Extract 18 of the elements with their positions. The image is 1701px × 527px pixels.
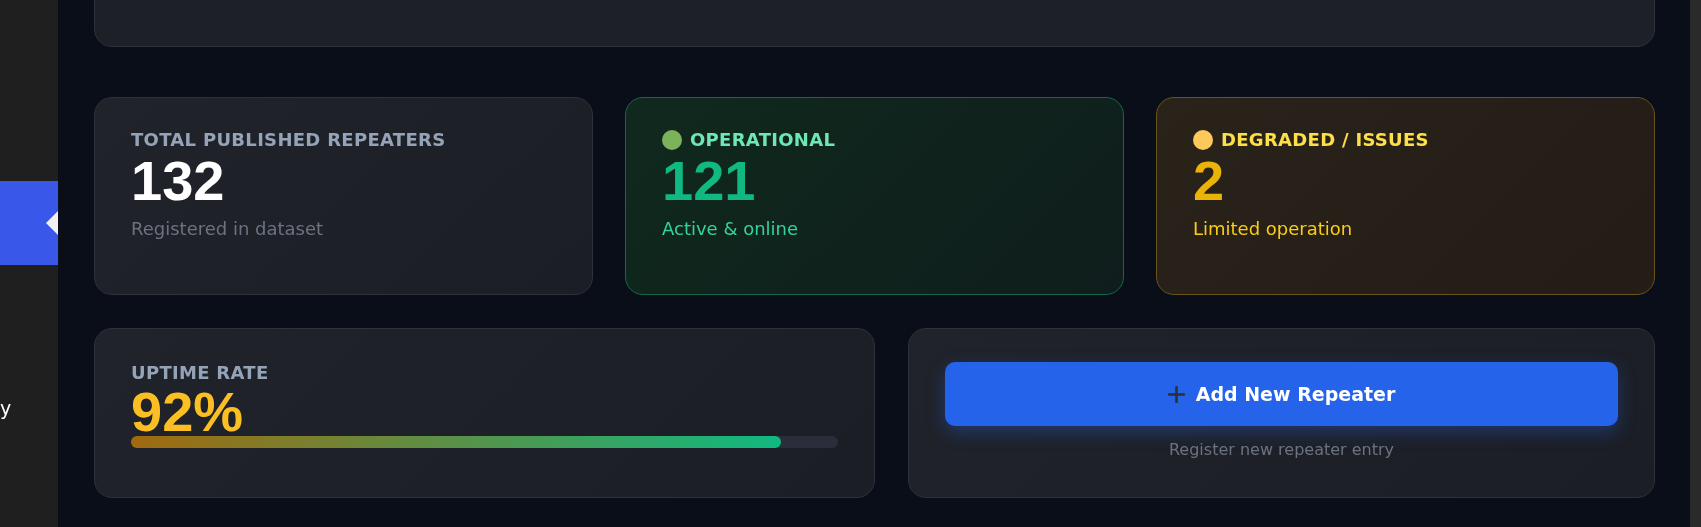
- sidebar-item[interactable]: y: [0, 391, 12, 425]
- add-caption: Register new repeater entry: [1168, 440, 1395, 459]
- sidebar-item-active[interactable]: [0, 181, 58, 265]
- stat-value: 132: [131, 150, 226, 212]
- uptime-label: UPTIME RATE: [131, 362, 270, 384]
- stat-label: OPERATIONAL: [690, 129, 836, 150]
- scrollbar[interactable]: [1690, 0, 1701, 527]
- stat-label: DEGRADED / ISSUES: [1221, 129, 1429, 150]
- uptime-value: 92%: [131, 384, 245, 436]
- add-repeater-button[interactable]: Add New Repeater: [945, 362, 1618, 426]
- stat-caption: Limited operation: [1193, 218, 1354, 239]
- stat-value: 2: [1193, 150, 1226, 212]
- stat-caption: Active & online: [662, 218, 800, 239]
- stat-value: 121: [662, 150, 757, 212]
- plus-icon: [1167, 385, 1185, 403]
- stat-caption: Registered in dataset: [131, 218, 325, 239]
- pointer-icon: [46, 211, 58, 235]
- stat-label: TOTAL PUBLISHED REPEATERS: [131, 129, 446, 150]
